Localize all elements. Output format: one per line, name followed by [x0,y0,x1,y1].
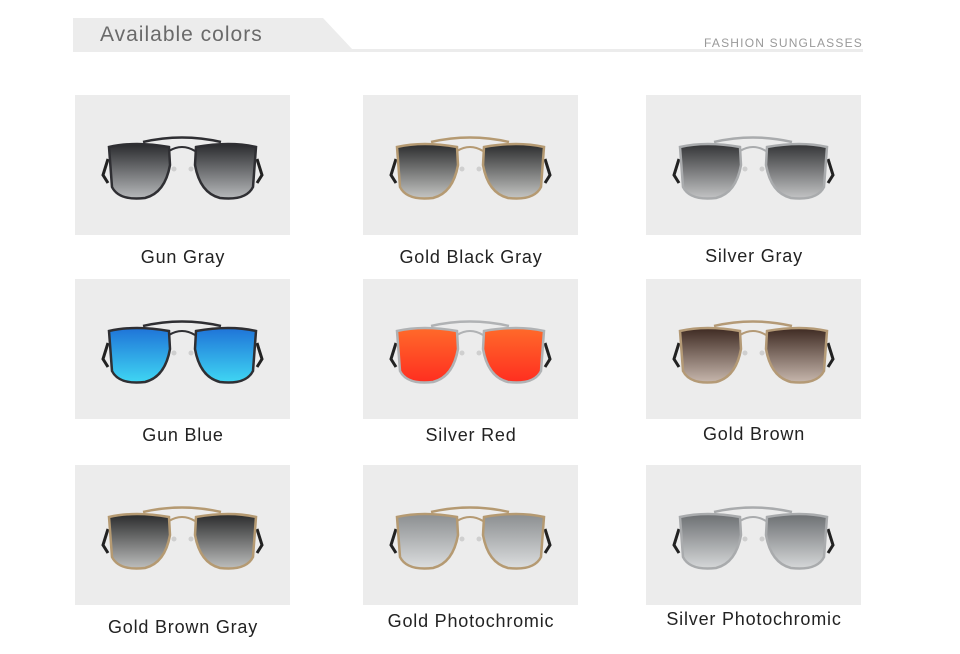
sunglasses-icon [101,506,264,570]
sunglasses-photo [75,279,290,419]
color-option-card[interactable]: Silver Gray [646,95,862,266]
sunglasses-photo [363,279,578,419]
color-name-label: Silver Red [425,425,517,445]
color-name-label: Gold Brown Gray [107,617,259,637]
color-option-card[interactable]: Gun Blue [75,279,291,445]
color-name-label: Gold Black Gray [399,247,543,267]
color-option-card[interactable]: Gold Black Gray [363,95,579,267]
sunglasses-icon [101,320,264,384]
sunglasses-photo [646,95,861,235]
color-option-card[interactable]: Gold Brown [646,279,862,444]
color-name-label: Gold Brown [702,424,806,444]
color-option-card[interactable]: Silver Red [363,279,579,445]
sunglasses-icon [672,506,835,570]
sunglasses-icon [672,320,835,384]
sunglasses-icon [389,136,552,200]
sunglasses-icon [389,320,552,384]
sunglasses-photo [363,95,578,235]
color-name-label: Silver Gray [705,246,803,266]
sunglasses-photo [75,465,290,605]
color-option-card[interactable]: Gold Brown Gray [75,465,291,637]
sunglasses-photo [75,95,290,235]
color-option-card[interactable]: Gun Gray [75,95,291,267]
color-name-label: Gun Gray [140,247,226,267]
color-name-label: Gun Blue [142,425,224,445]
sunglasses-icon [101,136,264,200]
sunglasses-icon [672,136,835,200]
page-subtitle: FASHION SUNGLASSES [704,36,863,50]
color-name-label: Gold Photochromic [387,611,555,631]
page-title: Available colors [100,23,263,46]
color-option-card[interactable]: Silver Photochromic [646,465,862,629]
sunglasses-icon [389,506,552,570]
sunglasses-photo [363,465,578,605]
page-header: Available colors FASHION SUNGLASSES [73,18,863,54]
color-name-label: Silver Photochromic [666,609,842,629]
sunglasses-photo [646,279,861,419]
sunglasses-photo [646,465,861,605]
color-option-card[interactable]: Gold Photochromic [363,465,579,631]
